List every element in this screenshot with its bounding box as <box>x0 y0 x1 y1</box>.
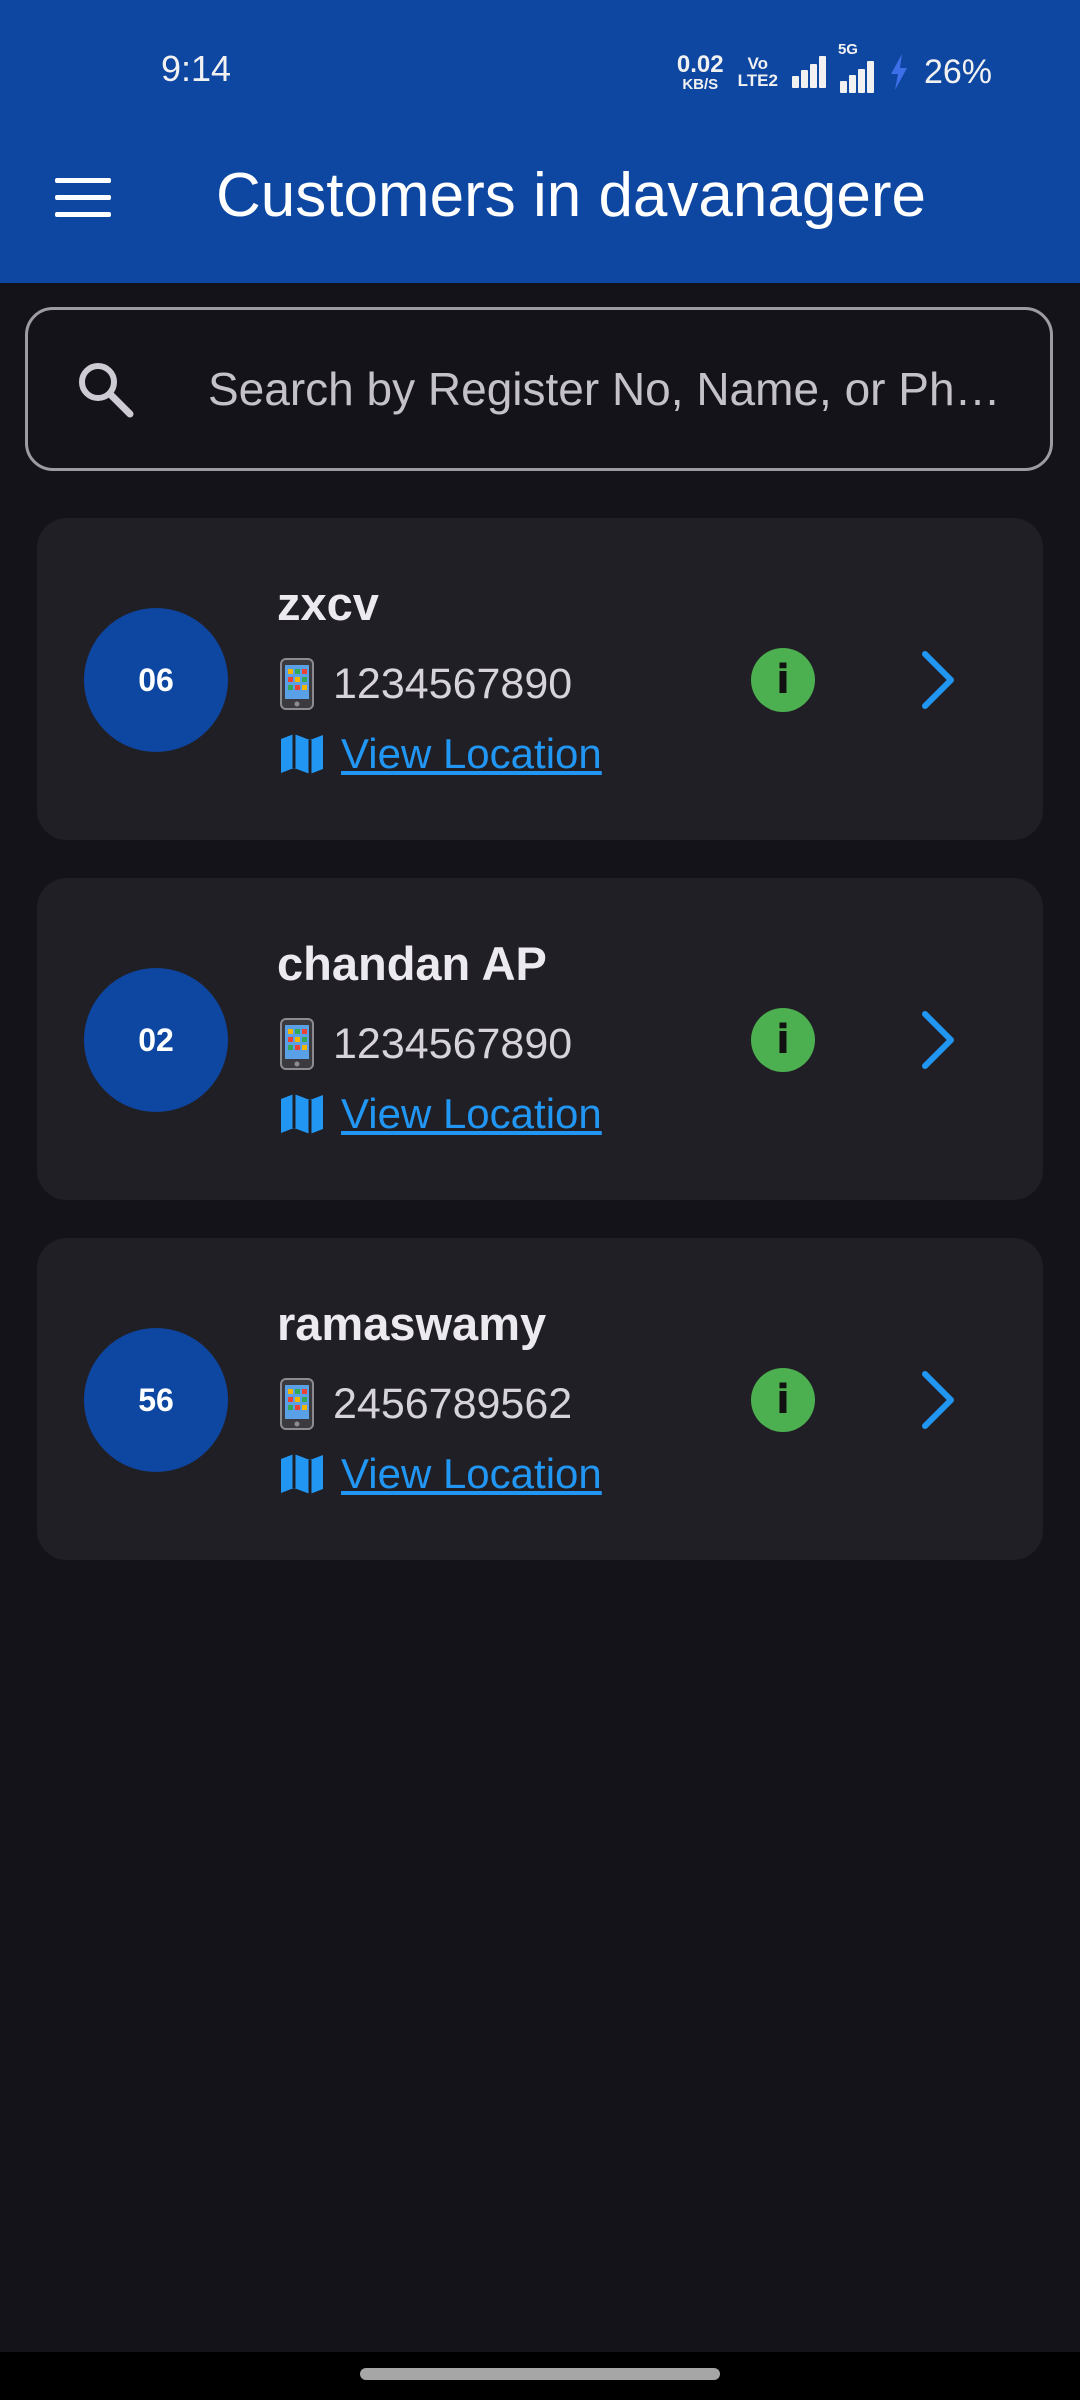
chevron-right-icon <box>922 1371 954 1429</box>
info-icon: i <box>776 657 790 703</box>
network-speed-unit: KB/S <box>682 75 719 93</box>
view-location-link[interactable]: View Location <box>341 1450 602 1498</box>
customer-card[interactable]: 06 zxcv 1234567890 View Location i <box>37 518 1043 840</box>
view-location-link[interactable]: View Location <box>341 730 602 778</box>
search-box[interactable] <box>25 307 1053 471</box>
search-input[interactable] <box>206 361 1014 417</box>
home-gesture-handle[interactable] <box>360 2368 720 2380</box>
network-speed-value: 0.02 <box>676 50 724 78</box>
hamburger-menu-icon <box>55 178 111 217</box>
map-icon <box>281 1094 323 1134</box>
customer-name: ramaswamy <box>277 1297 547 1350</box>
info-icon: i <box>776 1017 790 1063</box>
status-time: 9:14 <box>161 48 232 89</box>
mobile-phone-icon <box>280 658 314 710</box>
register-number-avatar: 06 <box>84 608 228 752</box>
phone-row: 1234567890 <box>279 1018 572 1070</box>
customer-phone: 1234567890 <box>333 1019 573 1068</box>
page-title: Customers in davanagere <box>216 161 926 230</box>
info-button[interactable]: i <box>751 1008 815 1072</box>
mobile-phone-icon <box>280 1018 314 1070</box>
app-screen: 9:14 0.02 KB/S Vo LTE2 5G 26% Customers … <box>0 0 1080 2400</box>
charging-icon <box>890 54 907 90</box>
map-icon <box>281 1454 323 1494</box>
signal-icon-sim1 <box>791 56 826 88</box>
battery-percent: 26% <box>923 52 992 91</box>
phone-row: 1234567890 <box>279 658 572 710</box>
customer-name: chandan AP <box>277 937 547 990</box>
menu-button[interactable] <box>40 158 126 238</box>
chevron-right-icon <box>922 651 954 709</box>
location-row: View Location <box>279 730 602 778</box>
view-location-link[interactable]: View Location <box>341 1090 602 1138</box>
app-header: 9:14 0.02 KB/S Vo LTE2 5G 26% Customers … <box>0 0 1080 283</box>
search-icon <box>79 363 134 418</box>
mobile-phone-icon <box>280 1378 314 1430</box>
location-row: View Location <box>279 1450 602 1498</box>
open-customer-button[interactable] <box>897 1360 977 1440</box>
signal-icon-sim2: 5G <box>838 41 874 93</box>
info-button[interactable]: i <box>751 648 815 712</box>
network-speed: 0.02 KB/S <box>676 50 724 93</box>
volte-bottom: LTE2 <box>737 71 778 90</box>
open-customer-button[interactable] <box>897 640 977 720</box>
info-icon: i <box>776 1377 790 1423</box>
volte-top: Vo <box>747 54 769 73</box>
map-icon <box>281 734 323 774</box>
customer-phone: 2456789562 <box>333 1379 573 1428</box>
location-row: View Location <box>279 1090 602 1138</box>
register-number-avatar: 02 <box>84 968 228 1112</box>
network-5g-label: 5G <box>837 41 858 58</box>
status-icons: 0.02 KB/S Vo LTE2 5G 26% <box>676 41 992 94</box>
open-customer-button[interactable] <box>897 1000 977 1080</box>
customer-phone: 1234567890 <box>333 659 573 708</box>
phone-row: 2456789562 <box>279 1378 572 1430</box>
register-number-avatar: 56 <box>84 1328 228 1472</box>
customer-card[interactable]: 02 chandan AP 1234567890 View Location i <box>37 878 1043 1200</box>
customer-card[interactable]: 56 ramaswamy 2456789562 View Location i <box>37 1238 1043 1560</box>
customer-name: zxcv <box>277 577 379 630</box>
chevron-right-icon <box>922 1011 954 1069</box>
volte-icon: Vo LTE2 <box>738 55 778 89</box>
info-button[interactable]: i <box>751 1368 815 1432</box>
